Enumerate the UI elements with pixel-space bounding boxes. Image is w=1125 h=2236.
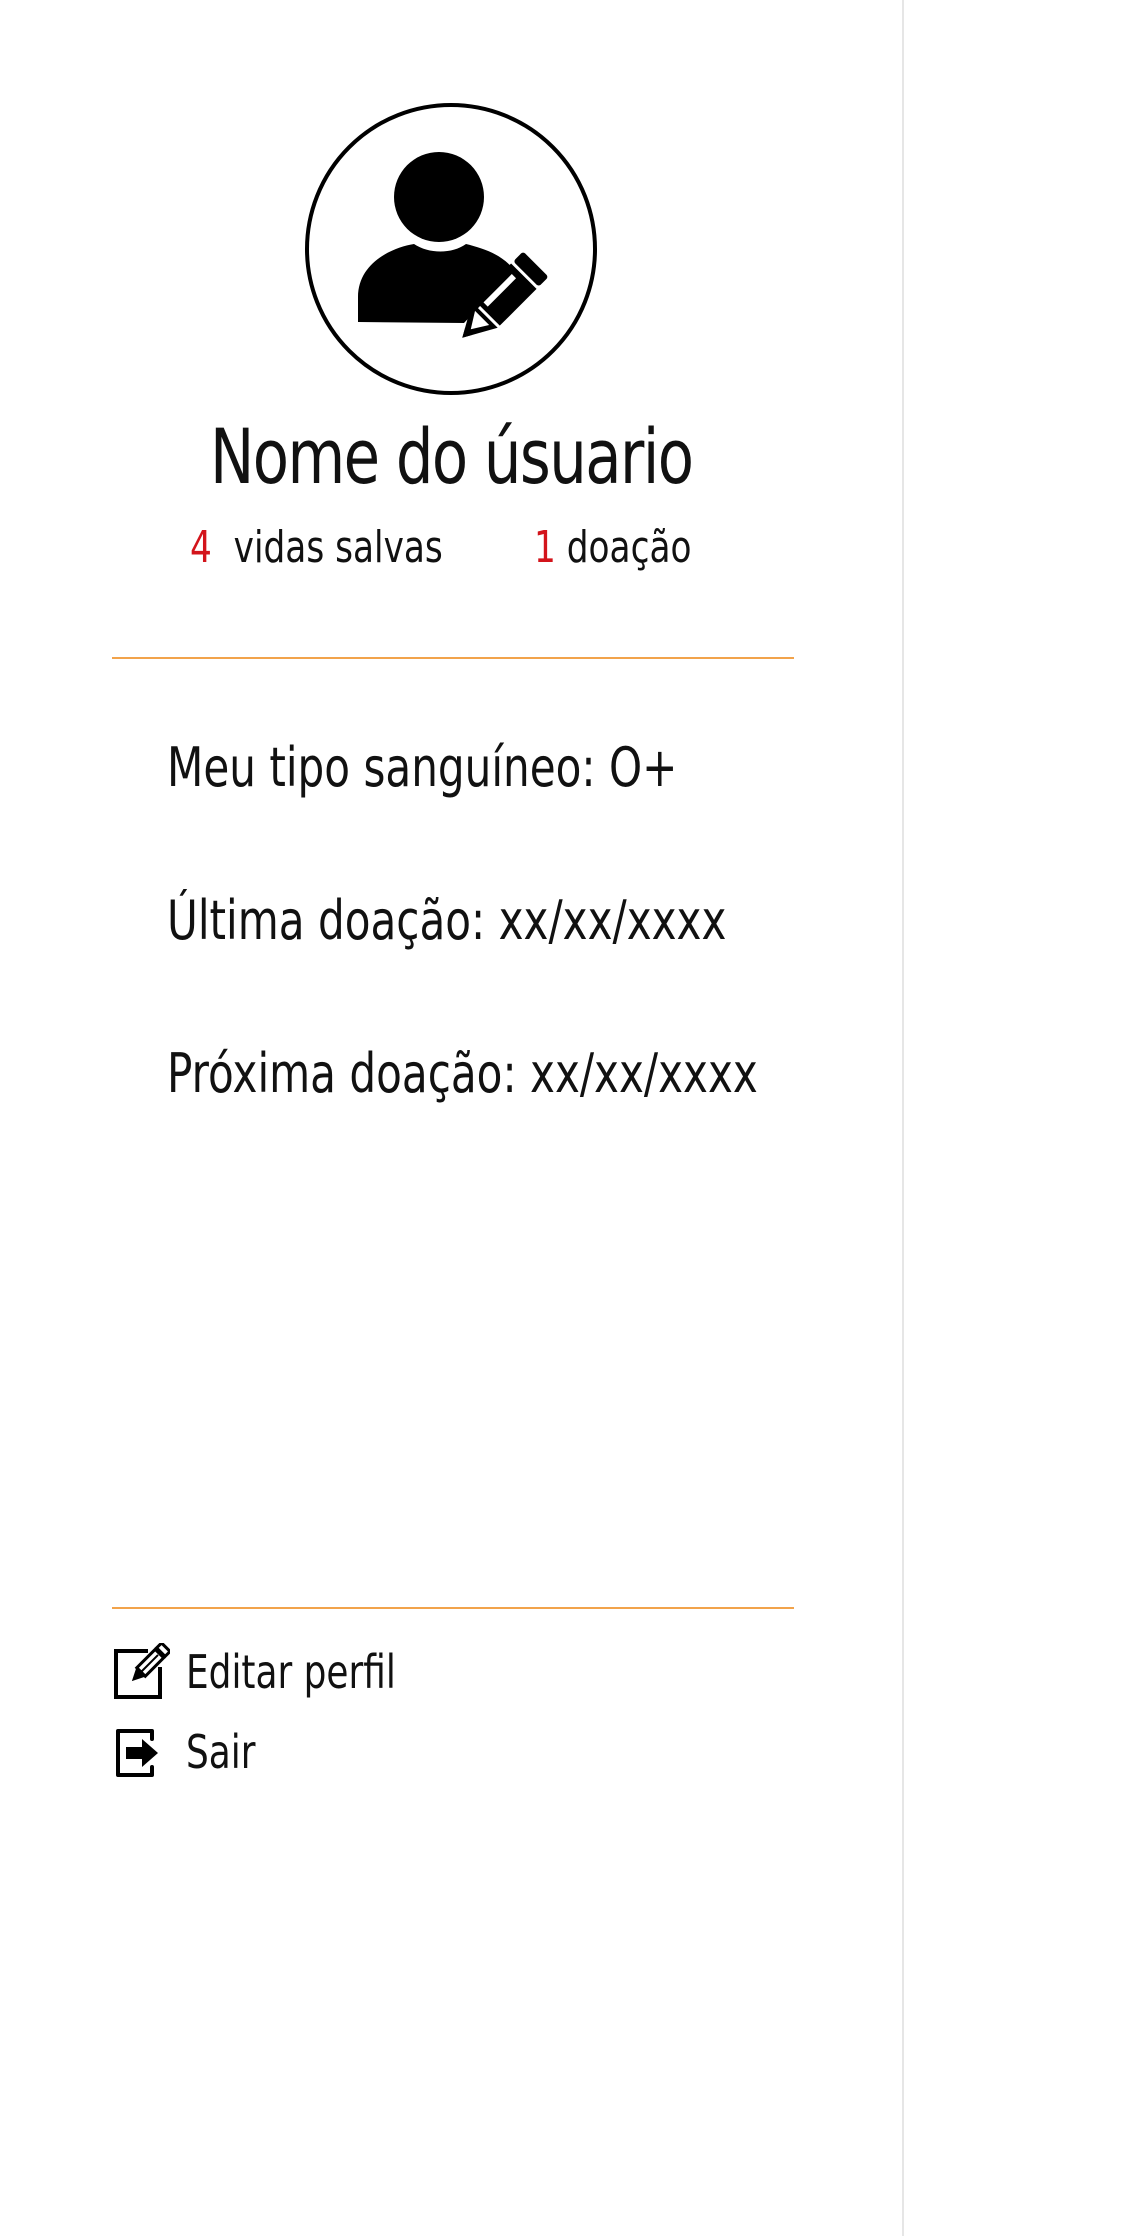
- lives-saved-stat: 4 vidas salvas: [190, 518, 443, 578]
- divider-bottom: [112, 1607, 794, 1609]
- app-root: Nome do úsuario 4 vidas salvas 1 doação …: [0, 0, 1125, 2236]
- donations-count: 1: [534, 522, 556, 573]
- username: Nome do úsuario: [209, 412, 694, 501]
- lives-saved-label: vidas salvas: [233, 522, 443, 573]
- avatar-edit-button[interactable]: [304, 102, 598, 396]
- logout-button[interactable]: Sair: [112, 1720, 275, 1784]
- profile-side-panel: Nome do úsuario 4 vidas salvas 1 doação …: [0, 0, 904, 2236]
- edit-profile-button[interactable]: Editar perfil: [112, 1640, 455, 1704]
- blood-type-info: Meu tipo sanguíneo: O+: [167, 736, 678, 799]
- edit-square-icon: [114, 1643, 170, 1699]
- next-donation-info: Próxima doação: xx/xx/xxxx: [167, 1042, 758, 1105]
- donations-stat: 1 doação: [534, 518, 691, 578]
- lives-saved-count: 4: [190, 522, 212, 573]
- donations-label: doação: [566, 522, 692, 573]
- sign-out-icon: [116, 1729, 158, 1777]
- edit-profile-label: Editar perfil: [186, 1645, 396, 1699]
- divider-top: [112, 657, 794, 659]
- last-donation-info: Última doação: xx/xx/xxxx: [167, 889, 727, 952]
- user-edit-icon: [305, 103, 597, 395]
- logout-label: Sair: [186, 1725, 256, 1779]
